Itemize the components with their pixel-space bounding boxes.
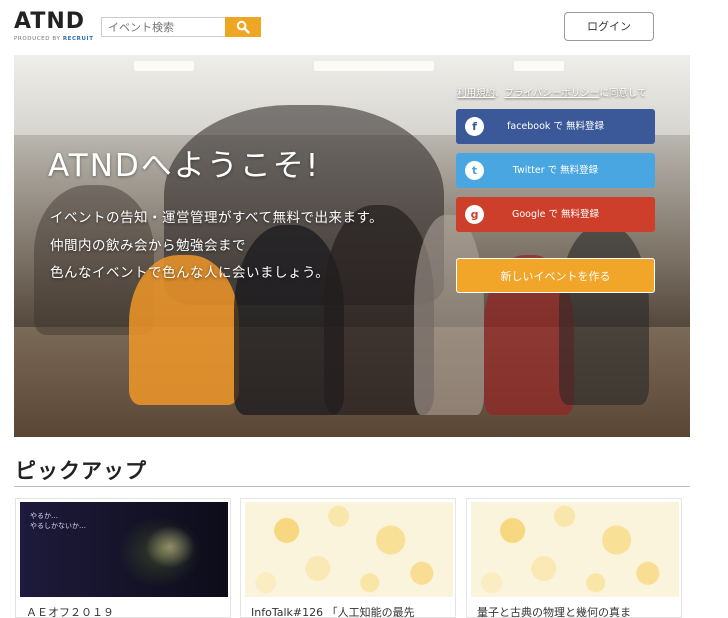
- pickup-card[interactable]: やるか… やるしかないか… ＡＥオフ２０１９: [15, 498, 231, 618]
- create-event-button[interactable]: 新しいイベントを作る: [456, 258, 655, 293]
- google-register-button[interactable]: g Google で 無料登録: [456, 197, 655, 232]
- logo-text: ATND: [14, 9, 85, 34]
- pickup-heading: ピックアップ: [15, 459, 147, 483]
- hero-line: 色んなイベントで色んな人に会いましょう。: [50, 265, 330, 281]
- pickup-card[interactable]: InfoTalk#126 「人工知能の最先: [240, 498, 456, 618]
- privacy-policy-link[interactable]: プライバシーポリシー: [505, 88, 600, 99]
- agreement-text: 利用規約、プライバシーポリシーに同意して: [457, 88, 647, 99]
- event-thumbnail: やるか… やるしかないか…: [20, 502, 228, 597]
- search-icon: [236, 20, 250, 34]
- facebook-icon: f: [465, 117, 484, 136]
- ceiling-lamp: [514, 61, 564, 71]
- event-thumbnail: [471, 502, 679, 597]
- pickup-divider: [14, 486, 690, 487]
- login-button[interactable]: ログイン: [564, 12, 654, 41]
- terms-link[interactable]: 利用規約: [457, 88, 495, 99]
- search-button[interactable]: [225, 17, 261, 37]
- atnd-logo[interactable]: ATND PRODUCED BY RECRUIT: [14, 9, 94, 46]
- facebook-register-button[interactable]: f facebook で 無料登録: [456, 109, 655, 144]
- event-title[interactable]: ＡＥオフ２０１９: [26, 604, 114, 617]
- search-input[interactable]: [101, 17, 225, 37]
- logo-byline: PRODUCED BY RECRUIT: [14, 36, 94, 42]
- event-thumbnail: [245, 502, 453, 597]
- ceiling-lamp: [314, 61, 434, 71]
- twitter-icon: t: [465, 161, 484, 180]
- event-title[interactable]: 量子と古典の物理と幾何の真ま: [477, 604, 631, 617]
- hero-line: イベントの告知・運営管理がすべて無料で出来ます。: [50, 210, 384, 226]
- hero-line: 仲間内の飲み会から勉強会まで: [50, 238, 246, 254]
- hero-photo-person: [414, 215, 484, 415]
- google-icon: g: [465, 205, 484, 224]
- pickup-card[interactable]: 量子と古典の物理と幾何の真ま: [466, 498, 682, 618]
- twitter-register-button[interactable]: t Twitter で 無料登録: [456, 153, 655, 188]
- hero-title: ATNDへようこそ!: [48, 148, 321, 184]
- hero-banner: ATNDへようこそ! イベントの告知・運営管理がすべて無料で出来ます。 仲間内の…: [14, 55, 690, 437]
- ceiling-lamp: [134, 61, 194, 71]
- event-title[interactable]: InfoTalk#126 「人工知能の最先: [251, 604, 415, 617]
- hero-photo-person: [559, 225, 649, 405]
